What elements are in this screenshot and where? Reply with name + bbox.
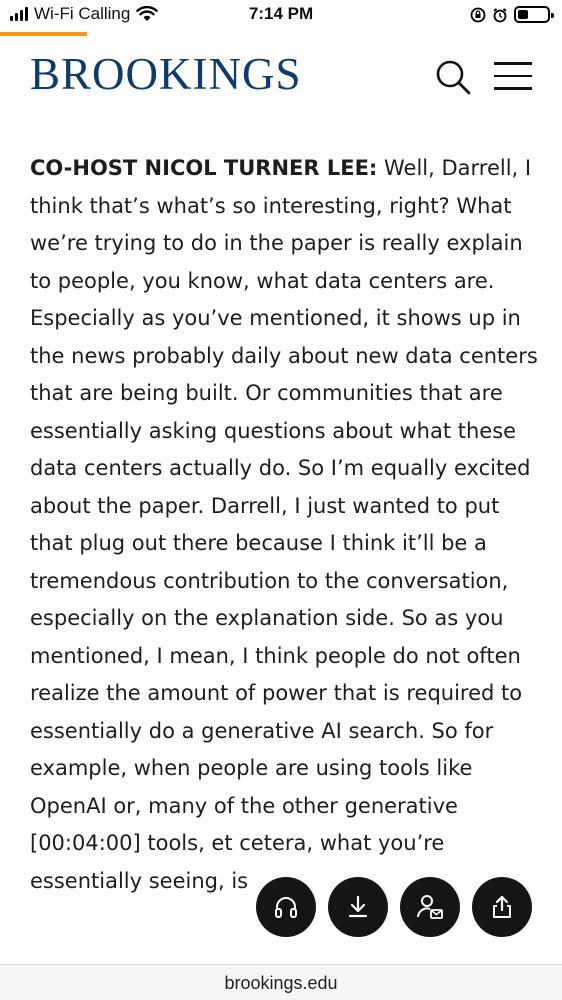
transcript-paragraph: CO-HOST NICOL TURNER LEE: Well, Darrell,…: [30, 150, 540, 900]
search-icon: [436, 60, 471, 95]
status-bar: Wi-Fi Calling 7:14 PM: [0, 0, 562, 32]
battery-icon: [514, 6, 554, 23]
article-body: CO-HOST NICOL TURNER LEE: Well, Darrell,…: [30, 150, 540, 900]
subscribe-button[interactable]: [400, 877, 460, 937]
brookings-logo[interactable]: BROOKINGS: [30, 52, 302, 97]
browser-url-bar[interactable]: brookings.edu: [0, 964, 562, 1000]
rotation-lock-icon: [470, 7, 486, 22]
listen-button[interactable]: [256, 877, 316, 937]
share-icon: [493, 895, 511, 918]
transcript-text: Well, Darrell, I think that’s what’s so …: [30, 156, 538, 893]
headphones-icon: [275, 897, 297, 918]
share-button[interactable]: [472, 877, 532, 937]
url-text[interactable]: brookings.edu: [224, 973, 337, 993]
speaker-name: CO-HOST NICOL TURNER LEE:: [30, 156, 378, 180]
floating-action-bar: [256, 877, 532, 937]
site-header: BROOKINGS: [0, 36, 562, 122]
contact-subscribe-icon: [417, 895, 443, 919]
battery-level: [518, 10, 529, 19]
alarm-icon: [493, 7, 507, 22]
status-right: [470, 6, 554, 23]
hamburger-menu-icon[interactable]: [494, 62, 534, 94]
download-button[interactable]: [328, 877, 388, 937]
download-icon: [348, 895, 368, 918]
search-button[interactable]: [434, 58, 474, 98]
